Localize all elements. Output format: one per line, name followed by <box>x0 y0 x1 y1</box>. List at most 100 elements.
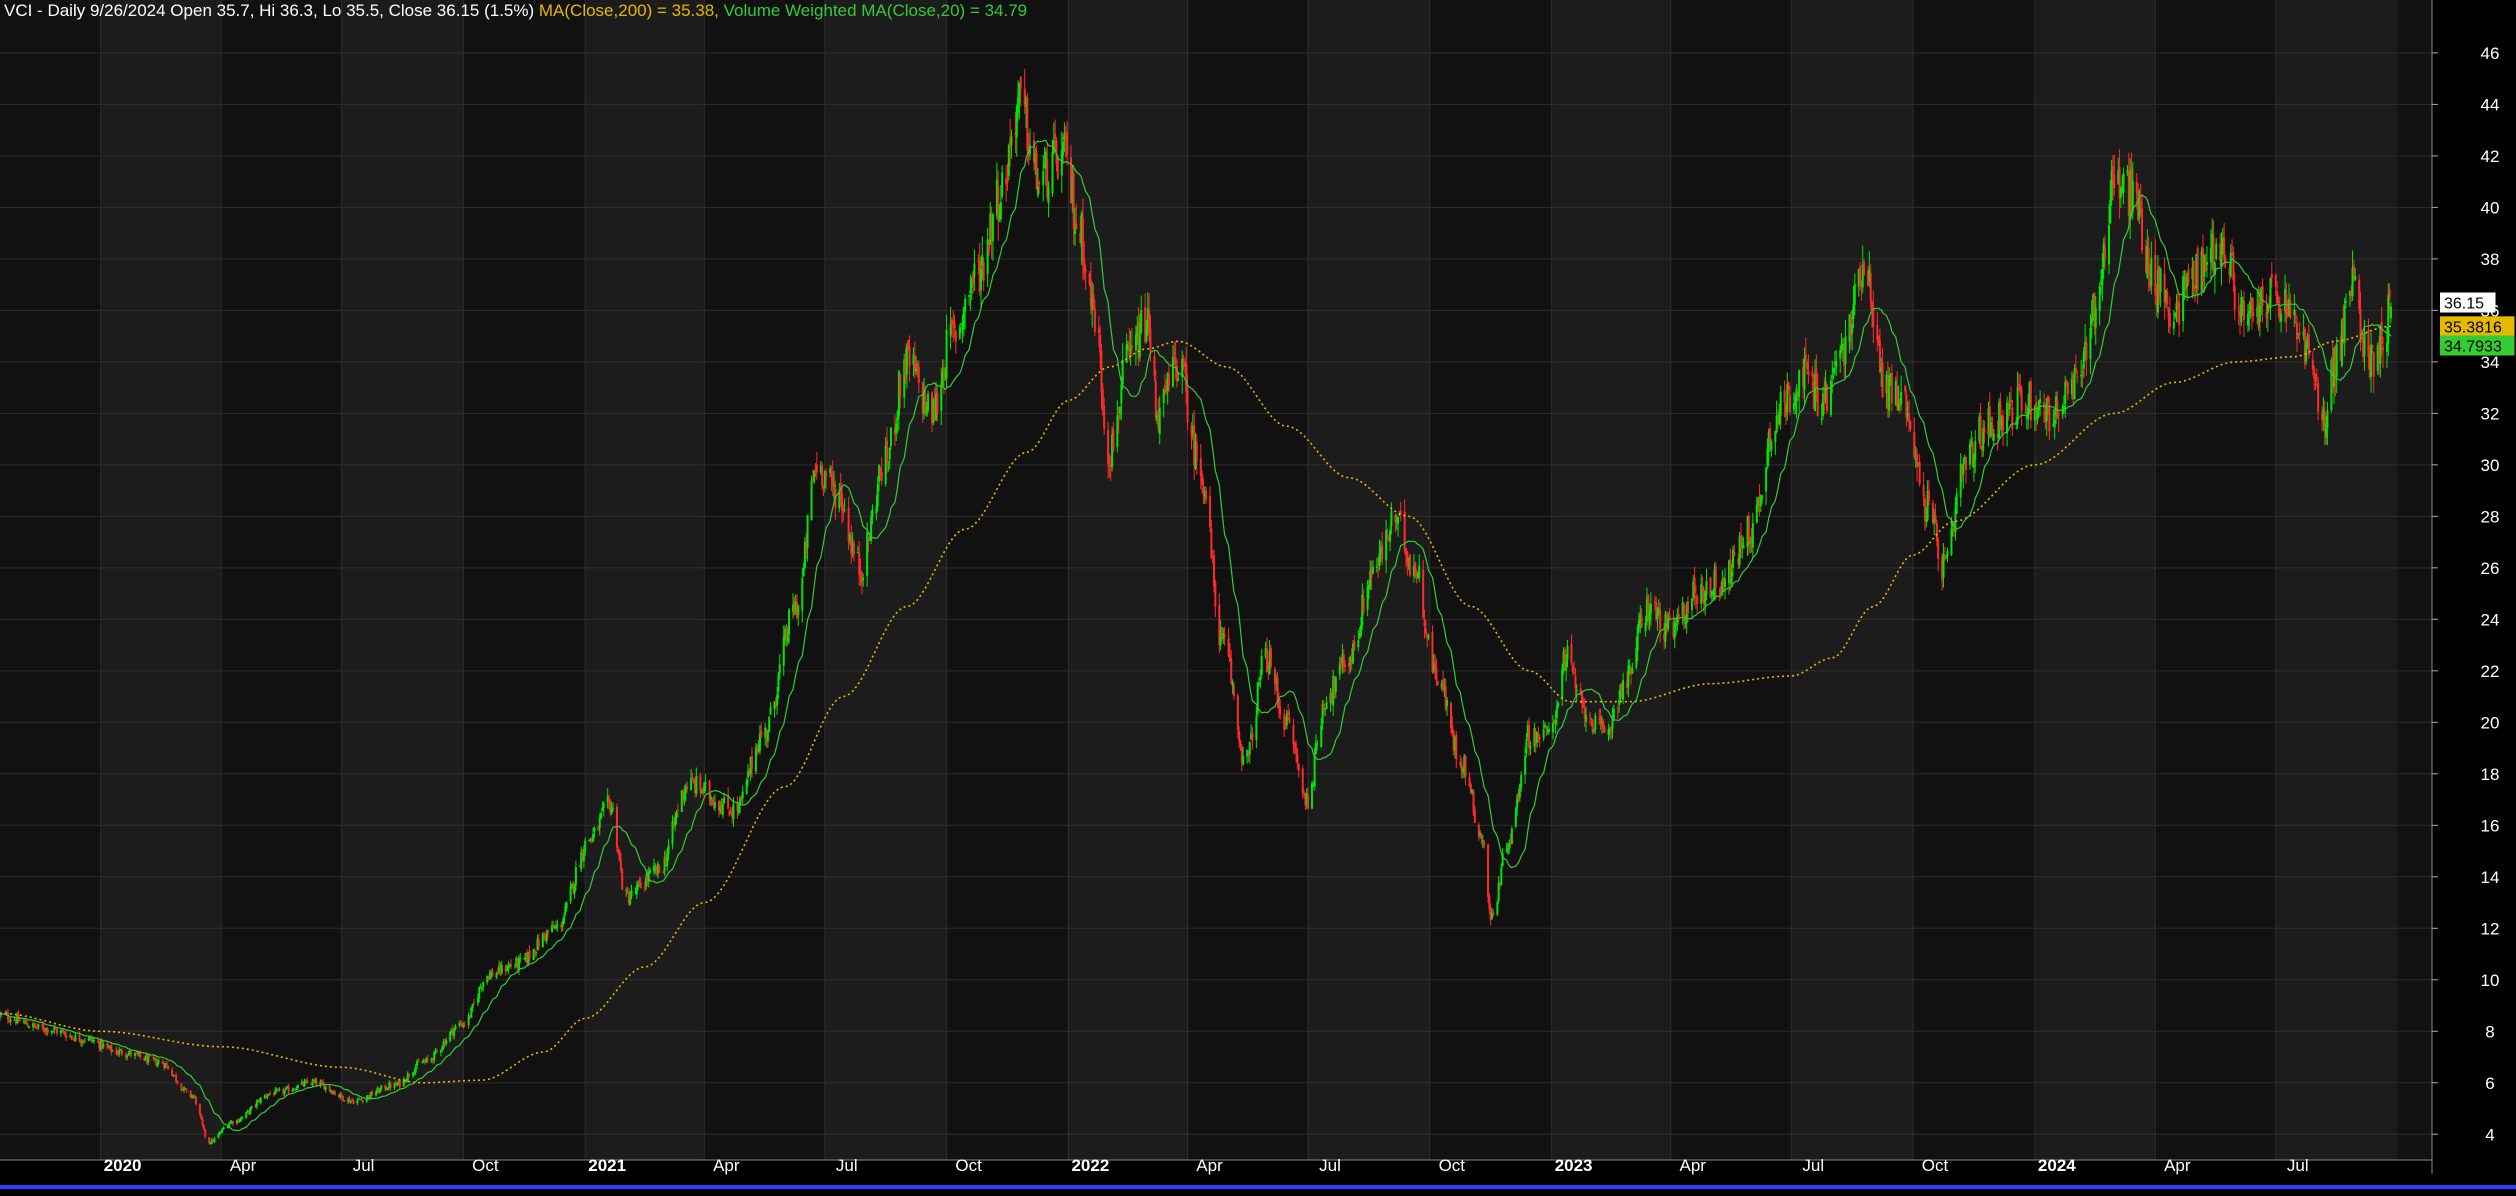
candle-body <box>491 971 493 977</box>
candle-body <box>2312 360 2314 370</box>
candle-body <box>709 781 711 799</box>
candle-body <box>1756 505 1758 522</box>
candle-body <box>570 887 572 902</box>
candle-body <box>599 818 601 828</box>
candle-body <box>37 1024 39 1028</box>
candle-body <box>1945 557 1947 558</box>
candle-body <box>1237 695 1239 730</box>
candle-body <box>1974 441 1976 460</box>
candle-body <box>980 269 982 290</box>
candle-body <box>801 578 803 611</box>
candle-body <box>964 299 966 311</box>
chart-canvas[interactable]: 4681012141618202224262830323436384042444… <box>0 0 2516 1191</box>
quarter-band <box>1068 0 1187 1160</box>
candle-body <box>2075 368 2077 373</box>
candle-body <box>454 1026 456 1029</box>
candle-body <box>2215 244 2217 259</box>
candle-body <box>2373 352 2375 376</box>
candle-body <box>1200 458 1202 475</box>
candle-body <box>1608 729 1610 734</box>
candle-body <box>2238 308 2240 309</box>
candle-body <box>556 925 558 926</box>
candle-body <box>343 1100 345 1101</box>
stock-chart[interactable]: 4681012141618202224262830323436384042444… <box>0 0 2516 1191</box>
candle-body <box>427 1058 429 1060</box>
candle-body <box>860 571 862 575</box>
candle-body <box>821 465 823 484</box>
candle-body <box>217 1134 219 1138</box>
candle-body <box>592 834 594 842</box>
candle-body <box>2141 208 2143 250</box>
candle-body <box>1815 369 1817 389</box>
candle-body <box>2048 405 2050 431</box>
candle-body <box>1854 284 1856 305</box>
quarter-band <box>1552 0 1671 1160</box>
candle-body <box>1389 530 1391 542</box>
candle-body <box>2174 313 2176 317</box>
candle-body <box>470 1008 472 1018</box>
candle-body <box>1010 136 1012 145</box>
candle-body <box>946 330 948 379</box>
candle-body <box>195 1097 197 1104</box>
candle-body <box>1776 415 1778 432</box>
candle-body <box>1242 756 1244 765</box>
candle-body <box>1042 171 1044 185</box>
candle-body <box>2150 258 2152 286</box>
month-bands <box>0 0 2432 1160</box>
candle-body <box>1230 658 1232 683</box>
candle-body <box>519 958 521 959</box>
candle-body <box>1711 591 1713 595</box>
quarter-band <box>1430 0 1552 1160</box>
candle-body <box>112 1050 114 1051</box>
candle-body <box>2262 286 2264 306</box>
candle-body <box>583 853 585 861</box>
quarter-band <box>1913 0 2035 1160</box>
chart-title: VCI - Daily 9/26/2024 Open 35.7, Hi 36.3… <box>4 1 1027 21</box>
candle-body <box>1261 656 1263 675</box>
y-tick-label: 34 <box>2481 353 2500 372</box>
candle-body <box>887 464 889 465</box>
candle-body <box>1984 428 1986 432</box>
candle-body <box>2085 343 2087 360</box>
candle-body <box>127 1053 129 1055</box>
candle-body <box>1950 529 1952 555</box>
candle-body <box>2182 276 2184 321</box>
candle-body <box>2039 399 2041 402</box>
candle-body <box>208 1137 210 1143</box>
candle-body <box>352 1101 354 1104</box>
candle-body <box>767 731 769 741</box>
candle-body <box>2002 416 2004 430</box>
candle-body <box>2169 313 2171 327</box>
candle-body <box>1213 555 1215 586</box>
candle-body <box>1821 419 1823 420</box>
candle-body <box>1852 304 1854 319</box>
candle-body <box>449 1032 451 1041</box>
candle-body <box>2054 420 2056 428</box>
candle-body <box>1287 712 1289 714</box>
candle-body <box>1483 841 1485 845</box>
candle-body <box>2296 322 2298 339</box>
candle-body <box>482 982 484 987</box>
candle-body <box>644 887 646 888</box>
x-axis: 2020AprJulOct2021AprJulOct2022AprJulOct2… <box>0 1156 2432 1175</box>
x-tick-label: Jul <box>2287 1156 2309 1175</box>
candle-body <box>807 515 809 547</box>
candle-body <box>1409 554 1411 575</box>
candle-body <box>186 1089 188 1090</box>
candle-body <box>47 1029 49 1033</box>
candle-body <box>506 970 508 971</box>
candle-body <box>1201 474 1203 485</box>
candle-body <box>1259 678 1261 680</box>
candle-body <box>1437 681 1439 684</box>
candle-body <box>1311 783 1313 808</box>
candle-body <box>563 916 565 923</box>
y-tick-label: 32 <box>2481 404 2500 423</box>
candle-body <box>481 988 483 989</box>
candle-body <box>2299 332 2301 333</box>
candle-body <box>1803 358 1805 390</box>
candle-body <box>1706 581 1708 595</box>
candle-body <box>440 1050 442 1052</box>
candle-body <box>2223 237 2225 259</box>
candle-body <box>1418 566 1420 578</box>
candle-body <box>1120 385 1122 404</box>
